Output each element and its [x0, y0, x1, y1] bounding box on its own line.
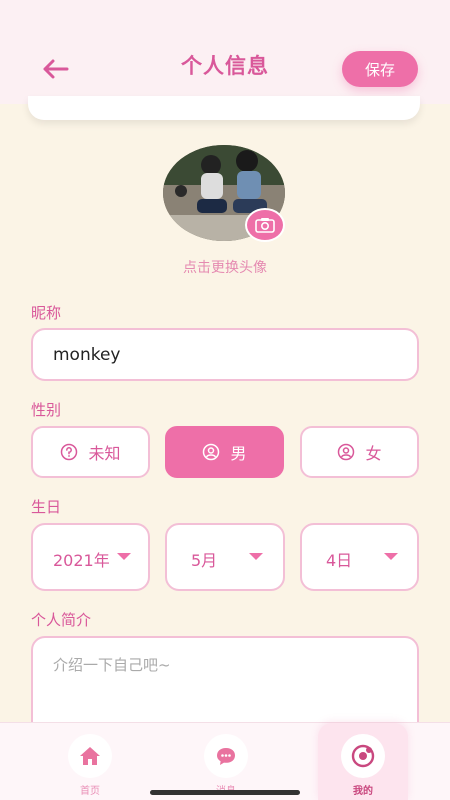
- tab-profile[interactable]: 我的: [318, 723, 408, 800]
- gender-option-label: 男: [230, 444, 247, 463]
- birth-day-value: 4日: [326, 551, 353, 570]
- tab-home-icon-wrap: [68, 734, 112, 778]
- person-circle-icon: [338, 443, 355, 461]
- birth-month-value: 5月: [191, 551, 218, 570]
- nickname-label: 昵称: [31, 304, 62, 322]
- chevron-down-icon: [249, 553, 263, 560]
- tab-home[interactable]: 首页: [45, 723, 135, 800]
- chat-bubble-icon: [217, 748, 235, 765]
- gender-option-unknown[interactable]: 未知: [31, 426, 150, 478]
- chevron-down-icon: [117, 553, 131, 560]
- birth-year-select[interactable]: 2021年: [31, 523, 150, 591]
- chevron-down-icon: [384, 553, 398, 560]
- bottom-tab-bar: 首页 消息 我的: [0, 722, 450, 800]
- top-card-edge: [28, 96, 420, 120]
- person-circle-icon: [203, 443, 220, 461]
- camera-icon: [255, 218, 275, 233]
- tab-profile-icon-wrap: [341, 734, 385, 778]
- gender-option-label: 未知: [88, 444, 121, 463]
- birthday-label: 生日: [31, 498, 62, 516]
- birth-day-select[interactable]: 4日: [300, 523, 419, 591]
- home-indicator: [150, 790, 300, 795]
- birth-year-value: 2021年: [53, 551, 110, 570]
- change-avatar-hint[interactable]: 点击更换头像: [0, 257, 450, 277]
- profile-icon: [351, 744, 375, 768]
- gender-option-label: 女: [365, 444, 382, 463]
- nickname-input[interactable]: [31, 328, 419, 381]
- bio-label: 个人简介: [31, 611, 92, 629]
- tab-messages-icon-wrap: [204, 734, 248, 778]
- birth-month-select[interactable]: 5月: [165, 523, 285, 591]
- gender-option-male[interactable]: 男: [165, 426, 284, 478]
- tab-home-label: 首页: [80, 786, 100, 797]
- gender-label: 性别: [31, 401, 62, 419]
- gender-option-female[interactable]: 女: [300, 426, 419, 478]
- tab-messages[interactable]: 消息: [181, 723, 271, 800]
- save-button[interactable]: 保存: [342, 51, 418, 87]
- question-circle-icon: [61, 443, 78, 461]
- home-icon: [80, 747, 100, 765]
- change-avatar-button[interactable]: [245, 208, 285, 242]
- tab-profile-label: 我的: [353, 786, 373, 797]
